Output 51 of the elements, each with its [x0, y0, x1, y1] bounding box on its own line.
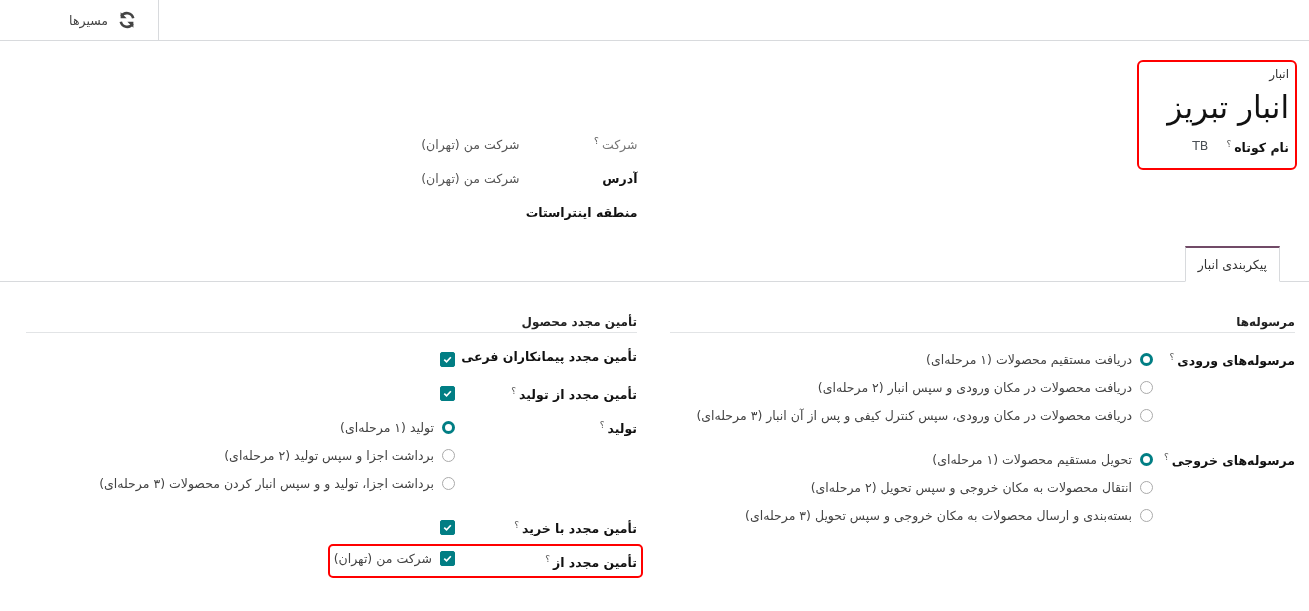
help-mark[interactable]: ؟	[1163, 452, 1169, 462]
radio-button[interactable]	[442, 448, 455, 462]
radio-button[interactable]	[1140, 480, 1153, 494]
help-mark[interactable]: ؟	[514, 520, 519, 531]
tab[interactable]: پیکربندی انبار	[1184, 246, 1280, 282]
option-label[interactable]: دریافت مستقیم محصولات (۱ مرحله‌ای)	[926, 351, 1132, 367]
field-label: تأمین مجدد پیمانکاران فرعی	[461, 349, 637, 364]
radio-button[interactable]	[1140, 452, 1153, 466]
refresh-icon	[117, 10, 137, 30]
field-label: نام کوتاه	[1234, 140, 1289, 156]
help-mark[interactable]: ؟	[594, 135, 599, 146]
record-title[interactable]: انبار تبریز	[1167, 84, 1289, 130]
field-label: آدرس	[602, 170, 638, 186]
help-mark[interactable]: ؟	[599, 420, 605, 431]
field-value[interactable]: شرکت من (تهران)	[421, 136, 520, 152]
option-label[interactable]: تولید (۱ مرحله‌ای)	[340, 419, 434, 435]
option-label[interactable]: انتقال محصولات به مکان خروجی و سپس تحویل (۲ مرحله‌ای)	[810, 479, 1132, 495]
checkbox[interactable]	[440, 351, 455, 367]
radio-button[interactable]	[442, 420, 455, 434]
checkbox[interactable]	[440, 519, 455, 535]
field-label: مرسوله‌های ورودی	[1177, 353, 1295, 369]
option-label[interactable]: تحویل مستقیم محصولات (۱ مرحله‌ای)	[932, 451, 1132, 467]
radio-button[interactable]	[1140, 352, 1153, 366]
help-mark[interactable]: ؟	[1169, 352, 1175, 362]
option-label[interactable]: شرکت من (تهران)	[333, 550, 432, 566]
field-label: تولید	[607, 421, 637, 437]
field-label: مرسوله‌های خروجی	[1171, 453, 1295, 469]
radio-button[interactable]	[1140, 508, 1153, 522]
section-title: تأمین مجدد محصول	[26, 312, 637, 333]
help-mark[interactable]: ؟	[1226, 139, 1232, 149]
field-label: تأمین مجدد از	[552, 555, 637, 571]
field-label: تأمین مجدد از تولید	[519, 387, 637, 403]
field-label: منطقه اینتراستات	[525, 204, 638, 220]
option-label[interactable]: برداشت اجزا، تولید و و سپس انبار کردن محصولات (۳ مرحله‌ای)	[99, 475, 434, 491]
option-label[interactable]: برداشت اجزا و سپس تولید (۲ مرحله‌ای)	[224, 447, 434, 463]
checkbox[interactable]	[440, 385, 455, 401]
checkbox[interactable]	[440, 550, 455, 566]
radio-button[interactable]	[442, 476, 455, 490]
option-label[interactable]: دریافت محصولات در مکان ورودی و سپس انبار (۲ مرحله‌ای)	[817, 379, 1132, 395]
help-mark[interactable]: ؟	[545, 554, 550, 565]
field-value[interactable]: TB	[1192, 132, 1209, 161]
help-mark[interactable]: ؟	[511, 386, 517, 396]
field-label: شرکت	[601, 137, 638, 153]
option-label[interactable]: بسته‌بندی و ارسال محصولات به مکان خروجی و سپس تحویل (۳ مرحله‌ای)	[745, 507, 1132, 523]
section-title: مرسوله‌ها	[670, 312, 1295, 333]
radio-button[interactable]	[1140, 408, 1153, 422]
field-caption: انبار	[1267, 66, 1289, 83]
field-value[interactable]: شرکت من (تهران)	[421, 170, 520, 186]
radio-button[interactable]	[1140, 380, 1153, 394]
option-label[interactable]: دریافت محصولات در مکان ورودی، سپس کنترل کیفی و پس از آن انبار (۳ مرحله‌ای)	[696, 407, 1132, 423]
field-label: تأمین مجدد با خرید	[522, 521, 637, 537]
